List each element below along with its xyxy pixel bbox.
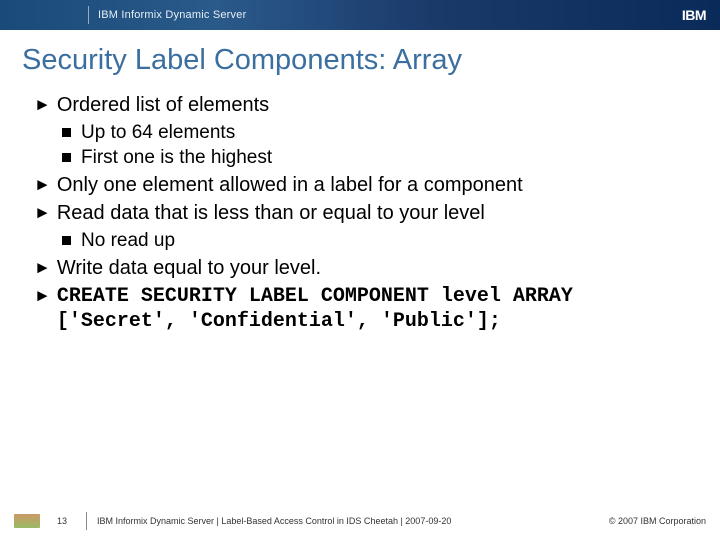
content-area: ► Ordered list of elements Up to 64 elem… <box>0 89 720 508</box>
bullet-text: First one is the highest <box>81 146 272 169</box>
header-divider <box>88 6 89 24</box>
triangle-right-icon: ► <box>34 284 51 308</box>
bullet-only-one-element: ► Only one element allowed in a label fo… <box>34 173 690 197</box>
subbullet-no-read-up: No read up <box>62 229 690 252</box>
bullet-read-data: ► Read data that is less than or equal t… <box>34 201 690 225</box>
bullet-sql-create: ► CREATE SECURITY LABEL COMPONENT level … <box>34 284 690 334</box>
bullet-text: Only one element allowed in a label for … <box>57 173 523 197</box>
bullet-ordered-list: ► Ordered list of elements <box>34 93 690 117</box>
bullet-write-data: ► Write data equal to your level. <box>34 256 690 280</box>
footer-bar: 13 IBM Informix Dynamic Server | Label-B… <box>0 508 720 540</box>
footer-text: IBM Informix Dynamic Server | Label-Base… <box>97 516 609 526</box>
ibm-logo: IBM <box>682 7 706 23</box>
square-bullet-icon <box>62 236 71 245</box>
bullet-text: No read up <box>81 229 175 252</box>
slide: IBM Informix Dynamic Server IBM Security… <box>0 0 720 540</box>
subbullet-first-highest: First one is the highest <box>62 146 690 169</box>
footer-logo-icon <box>14 514 40 528</box>
bullet-text: Write data equal to your level. <box>57 256 321 280</box>
subbullet-up-to-64: Up to 64 elements <box>62 121 690 144</box>
square-bullet-icon <box>62 153 71 162</box>
header-bar: IBM Informix Dynamic Server IBM <box>0 0 720 30</box>
triangle-right-icon: ► <box>34 173 51 197</box>
footer-copyright: © 2007 IBM Corporation <box>609 516 706 526</box>
code-text: CREATE SECURITY LABEL COMPONENT level AR… <box>57 284 690 334</box>
bullet-text: Ordered list of elements <box>57 93 269 117</box>
bullet-text: Up to 64 elements <box>81 121 235 144</box>
bullet-text: Read data that is less than or equal to … <box>57 201 485 225</box>
header-product-title: IBM Informix Dynamic Server <box>98 9 246 21</box>
triangle-right-icon: ► <box>34 93 51 117</box>
footer-divider <box>86 512 87 530</box>
page-title: Security Label Components: Array <box>22 44 720 77</box>
page-number: 13 <box>48 516 76 526</box>
triangle-right-icon: ► <box>34 201 51 225</box>
triangle-right-icon: ► <box>34 256 51 280</box>
square-bullet-icon <box>62 128 71 137</box>
